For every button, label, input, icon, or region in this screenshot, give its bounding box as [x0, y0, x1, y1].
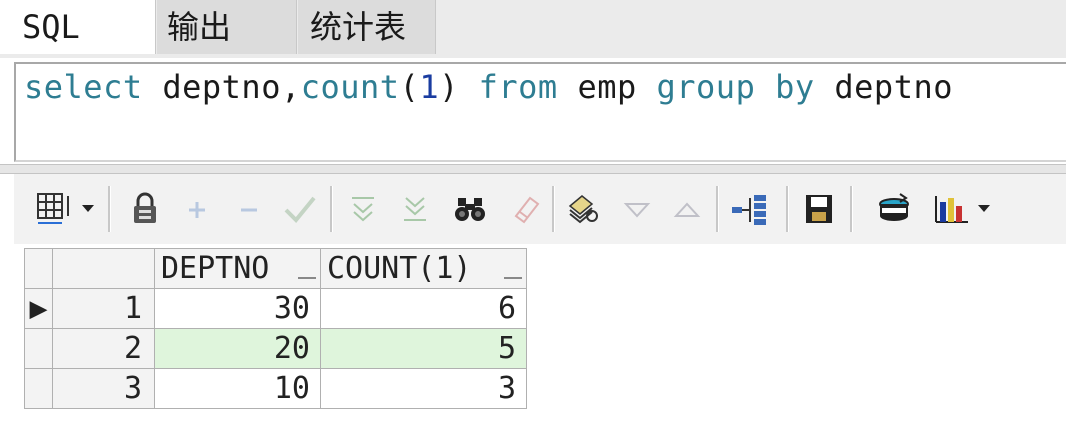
save-icon[interactable] — [804, 192, 834, 226]
cell-count[interactable]: 3 — [320, 368, 527, 409]
sql-token: by — [775, 68, 815, 106]
column-header-count[interactable]: COUNT(1) — [320, 248, 527, 289]
results-toolbar — [14, 174, 1066, 244]
sql-token: emp — [557, 68, 657, 106]
table-row[interactable]: 3 10 3 — [24, 368, 527, 409]
clear-icon[interactable] — [510, 192, 542, 226]
row-number[interactable]: 3 — [52, 368, 155, 409]
sql-token: select — [24, 68, 143, 106]
lock-icon[interactable] — [130, 192, 160, 226]
sql-token: count — [300, 68, 400, 106]
header-rownum-cell — [52, 248, 155, 289]
toolbar-separator — [850, 186, 853, 232]
header-indicator-cell — [24, 248, 53, 289]
tab-statistics[interactable]: 统计表 — [298, 0, 436, 54]
column-header-deptno[interactable]: DEPTNO — [154, 248, 321, 289]
tab-bar: SQL 输出 统计表 — [0, 0, 1066, 58]
pane-splitter[interactable] — [0, 164, 1066, 174]
row-indicator-cell — [24, 368, 53, 409]
toolbar-separator — [786, 186, 789, 232]
row-number[interactable]: 1 — [52, 288, 155, 329]
find-icon[interactable] — [452, 192, 488, 226]
toolbar-separator — [552, 186, 555, 232]
cell-deptno[interactable]: 20 — [154, 328, 321, 369]
toolbar-separator — [330, 186, 333, 232]
query-by-example-icon[interactable] — [566, 192, 602, 226]
tab-sql[interactable]: SQL — [0, 0, 156, 54]
toolbar-separator — [108, 186, 111, 232]
fetch-next-icon[interactable] — [348, 192, 378, 226]
cell-count[interactable]: 5 — [320, 328, 527, 369]
fetch-last-icon[interactable] — [400, 192, 430, 226]
cell-deptno[interactable]: 10 — [154, 368, 321, 409]
export-icon[interactable] — [876, 192, 912, 226]
add-row-icon[interactable] — [184, 192, 210, 226]
sort-toggle-icon[interactable] — [504, 261, 522, 279]
table-row[interactable]: ▶ 1 30 6 — [24, 288, 527, 329]
chart-icon[interactable] — [934, 192, 998, 226]
post-icon[interactable] — [282, 192, 318, 226]
sql-token: ) — [439, 68, 479, 106]
sql-editor[interactable]: select deptno,count(1) from emp group by… — [14, 62, 1066, 162]
sql-token: ( — [399, 68, 420, 106]
sql-token: group — [656, 68, 756, 106]
grid-header-row: DEPTNO COUNT(1) — [24, 248, 527, 289]
sql-text[interactable]: select deptno,count(1) from emp group by… — [24, 68, 953, 106]
previous-record-icon[interactable] — [622, 192, 652, 226]
tab-output[interactable]: 输出 — [157, 0, 297, 54]
table-row[interactable]: 2 20 5 — [24, 328, 527, 369]
sql-token: deptno, — [142, 68, 301, 106]
toolbar-separator — [716, 186, 719, 232]
column-header-label: COUNT(1) — [327, 251, 472, 286]
sql-token: 1 — [419, 68, 440, 106]
current-row-marker-icon: ▶ — [24, 288, 53, 329]
cell-deptno[interactable]: 30 — [154, 288, 321, 329]
sql-token: from — [478, 68, 558, 106]
grid-menu-icon[interactable] — [34, 192, 98, 226]
next-record-icon[interactable] — [672, 192, 702, 226]
row-number[interactable]: 2 — [52, 328, 155, 369]
row-indicator-cell — [24, 328, 53, 369]
sql-token: deptno — [814, 68, 953, 106]
cell-count[interactable]: 6 — [320, 288, 527, 329]
tree-icon[interactable] — [730, 192, 770, 226]
delete-row-icon[interactable] — [236, 192, 262, 226]
sort-toggle-icon[interactable] — [298, 261, 316, 279]
results-grid: DEPTNO COUNT(1) ▶ 1 30 6 2 20 5 3 10 3 — [24, 248, 527, 409]
column-header-label: DEPTNO — [161, 251, 270, 286]
